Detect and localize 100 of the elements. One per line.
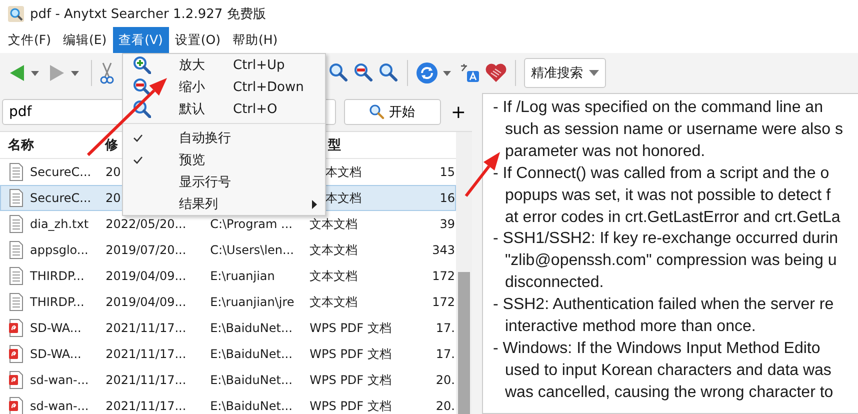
file-type: WPS PDF 文档 xyxy=(310,321,392,335)
modified-date: 2021/11/17... xyxy=(106,399,186,413)
modified-date: 20 xyxy=(106,165,121,179)
preview-text: - If Connect() was called from a script and the o xyxy=(493,164,830,184)
menu-item[interactable]: 查看(V) xyxy=(112,27,169,53)
menu-item[interactable]: 自动换行 xyxy=(123,127,325,149)
pdf-file-icon xyxy=(9,371,23,389)
translate-icon[interactable] xyxy=(460,63,480,83)
menu-item[interactable]: 帮助(H) xyxy=(226,27,284,53)
pdf-file-icon xyxy=(9,345,23,363)
scrollbar[interactable] xyxy=(456,132,472,414)
add-button[interactable]: + xyxy=(448,102,468,122)
file-size: 343 xyxy=(432,243,455,257)
preview-text: parameter was not honored. xyxy=(504,142,706,162)
file-type: 文本文档 xyxy=(310,295,358,309)
menu-item[interactable]: 缩小 Ctrl+Down xyxy=(123,76,325,98)
file-name: SecureC... xyxy=(30,165,92,179)
column-header[interactable]: 名称 xyxy=(8,138,34,153)
preview-text: at error codes in crt.GetLastError and crt.GetLa xyxy=(504,208,842,228)
preview-text: interactive method more than once. xyxy=(504,317,757,338)
column-header[interactable]: 修 xyxy=(105,138,118,153)
caret-icon[interactable] xyxy=(31,70,39,76)
menu-item[interactable]: 预览 xyxy=(123,149,325,171)
menu-item[interactable]: 编辑(E) xyxy=(56,27,113,53)
caret-icon[interactable] xyxy=(71,70,79,76)
file-path: E:\BaiduNet... xyxy=(210,373,292,387)
preview-text: - If /Log was specified on the command line an xyxy=(493,98,824,118)
start-button[interactable]: 开始 xyxy=(344,99,441,125)
text-file-icon xyxy=(9,215,23,233)
back-icon[interactable] xyxy=(8,64,26,82)
search-icon xyxy=(133,100,151,118)
modified-date: 2021/11/17... xyxy=(106,347,186,361)
zoom-out-icon xyxy=(133,78,151,96)
menu-item[interactable]: 设置(O) xyxy=(168,27,227,53)
pdf-file-icon xyxy=(9,319,23,337)
file-type: 文本文档 xyxy=(310,243,358,257)
file-size: 17. xyxy=(436,347,455,361)
preview-text: disconnected. xyxy=(504,273,605,294)
zoom-out-icon[interactable] xyxy=(354,63,374,83)
preview-text: "zlib@openssh.com" compression was being u xyxy=(504,251,838,272)
preview-text: such as session name or username were also s xyxy=(504,120,844,140)
file-size: 172 xyxy=(432,295,455,309)
file-name: sd-wan-... xyxy=(30,373,89,387)
file-path: E:\BaiduNet... xyxy=(210,399,292,413)
menu-item[interactable]: 文件(F) xyxy=(2,27,57,53)
window-title: pdf - Anytxt Searcher 1.2.927 免费版 xyxy=(30,6,266,22)
modified-date: 2021/11/17... xyxy=(106,321,186,335)
file-type: WPS PDF 文档 xyxy=(310,347,392,361)
file-size: 15 xyxy=(440,165,455,179)
text-file-icon xyxy=(9,293,23,311)
submenu-arrow-icon xyxy=(312,200,317,209)
text-file-icon xyxy=(9,241,23,259)
scroll-thumb[interactable] xyxy=(458,272,470,414)
file-size: 20. xyxy=(436,399,455,413)
file-name: SD-WA... xyxy=(30,347,82,361)
menu-item[interactable]: 默认 Ctrl+O xyxy=(123,98,325,120)
caret-icon[interactable] xyxy=(443,70,451,76)
file-type: 文本文档 xyxy=(310,217,358,231)
caret-icon[interactable] xyxy=(589,70,599,76)
file-path: E:\ruanjian xyxy=(210,269,275,283)
text-file-icon xyxy=(9,189,23,207)
preview-text: - SSH2: Authentication failed when the server re xyxy=(493,295,835,316)
menu-item[interactable]: 放大 Ctrl+Up xyxy=(123,54,325,76)
search-icon xyxy=(369,104,386,120)
file-path: C:\Users\len... xyxy=(210,243,294,257)
file-size: 16 xyxy=(440,191,455,205)
file-path: E:\BaiduNet... xyxy=(210,321,292,335)
menu-item[interactable]: 显示行号 xyxy=(123,171,325,193)
text-file-icon xyxy=(9,163,23,181)
preview-text: - SSH1/SSH2: If key re-exchange occurred durin xyxy=(493,229,840,250)
modified-date: 20 xyxy=(106,191,121,205)
file-path: C:\Program ... xyxy=(210,217,292,231)
menu-item[interactable]: 结果列 xyxy=(123,193,325,215)
preview-text: - Windows: If the Windows Input Method Edito xyxy=(493,338,822,359)
file-size: 39 xyxy=(440,217,455,231)
file-type: 本文档 xyxy=(326,191,362,205)
file-path: E:\ruanjian\jre xyxy=(210,295,294,309)
file-name: dia_zh.txt xyxy=(30,217,89,231)
heart-hand-icon[interactable] xyxy=(485,63,507,83)
file-name: sd-wan-... xyxy=(30,399,89,413)
file-type: 本文档 xyxy=(326,165,362,179)
file-type: WPS PDF 文档 xyxy=(310,399,392,413)
file-name: appsglo... xyxy=(30,243,88,257)
refresh-icon[interactable] xyxy=(416,62,438,84)
search-icon[interactable] xyxy=(379,63,399,83)
preview-text: used to input Korean characters and data was xyxy=(504,360,832,381)
column-header[interactable]: 型 xyxy=(328,138,341,153)
file-type: 文本文档 xyxy=(310,269,358,283)
modified-date: 2019/04/09... xyxy=(106,269,186,283)
search-mode-dropdown[interactable]: 精准搜索 xyxy=(524,58,606,88)
file-type: WPS PDF 文档 xyxy=(310,373,392,387)
file-size: 20. xyxy=(436,373,455,387)
app-icon xyxy=(8,6,24,22)
file-name: SD-WA... xyxy=(30,321,82,335)
modified-date: 2022/05/20... xyxy=(106,217,186,231)
file-size: 172 xyxy=(432,269,455,283)
scissors-icon[interactable] xyxy=(100,62,114,84)
file-name: THIRDP... xyxy=(30,295,84,309)
file-path: E:\BaiduNet... xyxy=(210,347,292,361)
modified-date: 2019/04/09... xyxy=(106,295,186,309)
